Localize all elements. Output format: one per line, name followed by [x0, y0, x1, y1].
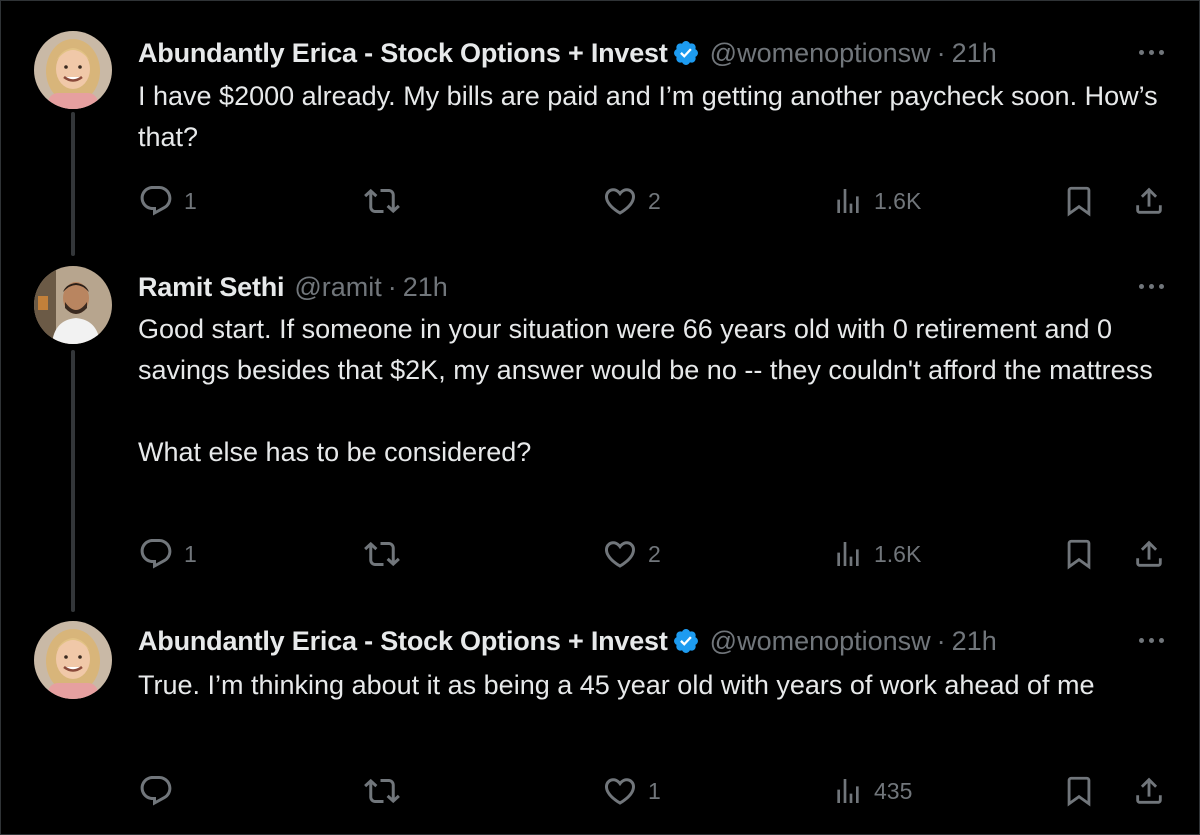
action-bar: 1 2 1.6K: [138, 536, 1170, 572]
timestamp[interactable]: 21h: [952, 38, 997, 69]
share-button[interactable]: [1132, 773, 1166, 809]
bookmark-icon: [1067, 539, 1091, 570]
tweet-text: True. I’m thinking about it as being a 4…: [138, 670, 1095, 700]
retweet-button[interactable]: [364, 183, 410, 219]
bookmark-button[interactable]: [1062, 536, 1096, 572]
share-icon: [1136, 777, 1162, 804]
reply-count: 1: [184, 187, 197, 214]
separator-dot: ·: [936, 625, 946, 656]
bookmark-button[interactable]: [1062, 773, 1096, 809]
views-icon: [837, 542, 859, 566]
views-icon: [837, 189, 859, 213]
tweet[interactable]: Abundantly Erica - Stock Options + Inves…: [0, 605, 1200, 835]
like-button[interactable]: 1: [602, 773, 661, 809]
more-options-button[interactable]: [1139, 38, 1164, 66]
tweet[interactable]: Abundantly Erica - Stock Options + Inves…: [0, 0, 1200, 245]
author-name[interactable]: Abundantly Erica - Stock Options + Inves…: [138, 626, 668, 657]
more-icon-dot: [1139, 637, 1144, 643]
timestamp[interactable]: 21h: [403, 272, 448, 303]
author-handle[interactable]: @ramit: [294, 272, 381, 303]
more-icon-dot: [1149, 637, 1154, 643]
author-name[interactable]: Ramit Sethi: [138, 272, 285, 303]
reply-count: 1: [184, 540, 197, 567]
retweet-icon: [364, 541, 400, 567]
heart-icon: [604, 541, 636, 568]
more-icon-dot: [1149, 49, 1154, 55]
avatar-blonde-woman-icon: [34, 621, 112, 699]
more-options-button[interactable]: [1139, 626, 1164, 654]
retweet-icon: [364, 778, 400, 804]
separator-dot: ·: [387, 271, 397, 302]
more-icon-dot: [1139, 49, 1144, 55]
more-icon-dot: [1159, 49, 1164, 55]
views-button[interactable]: 1.6K: [832, 183, 921, 219]
retweet-button[interactable]: [364, 536, 410, 572]
avatar[interactable]: [34, 31, 112, 109]
reply-button[interactable]: 1: [138, 183, 197, 219]
share-icon: [1136, 540, 1162, 567]
share-button[interactable]: [1132, 536, 1166, 572]
author-handle[interactable]: @womenoptionsw: [710, 38, 931, 69]
retweet-button[interactable]: [364, 773, 410, 809]
reply-icon: [140, 776, 172, 806]
reply-button[interactable]: 1: [138, 536, 197, 572]
views-button[interactable]: 435: [832, 773, 912, 809]
more-icon-dot: [1149, 283, 1154, 289]
reply-button[interactable]: [138, 773, 184, 809]
reply-icon: [140, 539, 172, 569]
avatar[interactable]: [34, 266, 112, 344]
tweet-text: Good start. If someone in your situation…: [138, 314, 1153, 467]
bookmark-icon: [1067, 186, 1091, 217]
bookmark-icon: [1067, 776, 1091, 807]
reply-icon: [140, 186, 172, 216]
timestamp[interactable]: 21h: [952, 626, 997, 657]
more-icon-dot: [1139, 283, 1144, 289]
action-bar: 1 435: [138, 773, 1170, 809]
like-button[interactable]: 2: [602, 183, 661, 219]
views-count: 1.6K: [874, 540, 922, 567]
views-icon: [837, 779, 859, 803]
share-icon: [1136, 187, 1162, 214]
like-count: 2: [648, 187, 661, 214]
action-bar: 1 2 1.6K: [138, 183, 1170, 219]
like-button[interactable]: 2: [602, 536, 661, 572]
like-count: 1: [648, 777, 661, 804]
verified-badge-icon[interactable]: [672, 39, 700, 67]
share-button[interactable]: [1132, 183, 1166, 219]
avatar-blonde-woman-icon: [34, 31, 112, 109]
heart-icon: [604, 778, 636, 805]
views-button[interactable]: 1.6K: [832, 536, 921, 572]
more-icon-dot: [1159, 283, 1164, 289]
more-options-button[interactable]: [1139, 272, 1164, 300]
views-count: 1.6K: [874, 187, 922, 214]
verified-badge-icon[interactable]: [672, 627, 700, 655]
avatar[interactable]: [34, 621, 112, 699]
heart-icon: [604, 188, 636, 215]
tweet[interactable]: Ramit Sethi @ramit · 21h Good start. If …: [0, 245, 1200, 605]
tweet-text: I have $2000 already. My bills are paid …: [138, 81, 1166, 152]
bookmark-button[interactable]: [1062, 183, 1096, 219]
separator-dot: ·: [936, 37, 946, 68]
views-count: 435: [874, 777, 913, 804]
more-icon-dot: [1159, 637, 1164, 643]
like-count: 2: [648, 540, 661, 567]
avatar-man-beard-icon: [34, 266, 112, 344]
author-handle[interactable]: @womenoptionsw: [710, 626, 931, 657]
author-name[interactable]: Abundantly Erica - Stock Options + Inves…: [138, 38, 668, 69]
retweet-icon: [364, 188, 400, 214]
